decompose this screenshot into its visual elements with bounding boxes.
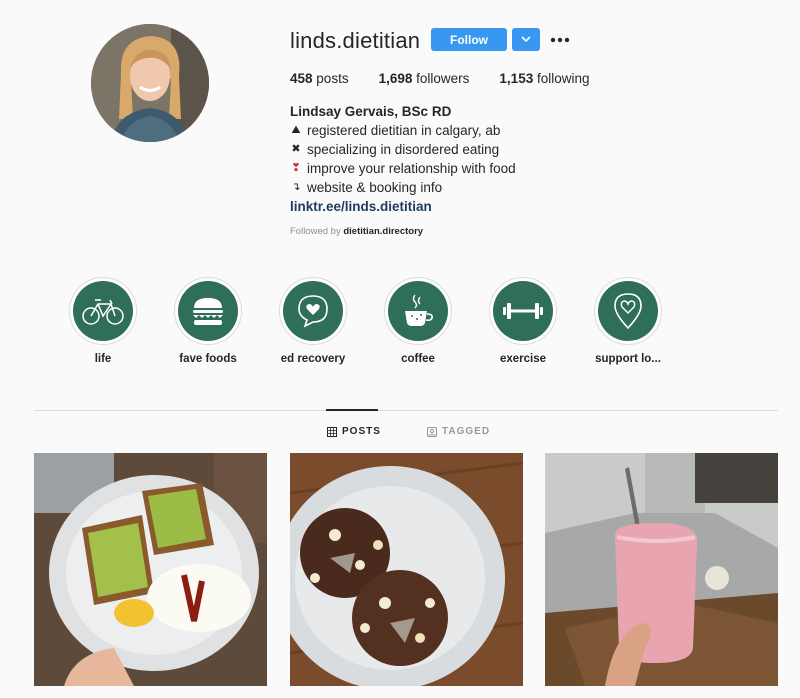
tabs-divider xyxy=(34,410,778,411)
more-options-button[interactable] xyxy=(549,30,571,50)
profile-bio: Lindsay Gervais, BSc RD ⛰ registered die… xyxy=(290,102,516,216)
suggestions-dropdown-button[interactable] xyxy=(512,28,540,51)
highlight-label: exercise xyxy=(499,353,547,365)
posts-label: posts xyxy=(316,71,349,86)
post-image xyxy=(34,453,267,686)
bio-line: ❣ improve your relationship with food xyxy=(290,159,516,178)
highlight-life[interactable]: life xyxy=(58,277,148,365)
chevron-down-icon xyxy=(521,36,531,43)
heart-chat-icon xyxy=(298,295,328,328)
cross-icon: ✖ xyxy=(291,143,301,155)
tag-icon xyxy=(427,426,437,437)
tab-posts[interactable]: POSTS xyxy=(327,426,381,437)
highlight-ed-recovery[interactable]: ed recovery xyxy=(268,277,358,365)
avatar-photo xyxy=(91,24,209,142)
posts-count: 458 xyxy=(290,71,313,86)
highlight-label: ed recovery xyxy=(280,353,346,365)
post-thumbnail-avocado-toast[interactable] xyxy=(34,453,267,686)
highlight-label: support lo... xyxy=(595,353,661,365)
bio-line: ⛰ registered dietitian in calgary, ab xyxy=(290,121,516,140)
highlight-fave-foods[interactable]: fave foods xyxy=(163,277,253,365)
bio-line-text: website & booking info xyxy=(307,180,443,195)
highlight-label: fave foods xyxy=(179,353,237,365)
bio-link[interactable]: linktr.ee/linds.dietitian xyxy=(290,197,516,216)
followers-label: followers xyxy=(416,71,470,86)
coffee-cup-icon xyxy=(405,294,433,326)
posts-stat: 458 posts xyxy=(290,71,349,86)
followed-by-prefix: Followed by xyxy=(290,226,341,237)
post-thumbnail-smoothie[interactable] xyxy=(545,453,778,686)
followed-by-user[interactable]: dietitian.directory xyxy=(343,226,423,237)
post-image xyxy=(545,453,778,686)
post-thumbnail-cookies[interactable] xyxy=(290,453,523,686)
followed-by: Followed by dietitian.directory xyxy=(290,226,423,237)
post-image xyxy=(290,453,523,686)
bio-line: ✖ specializing in disordered eating xyxy=(290,140,516,159)
tab-label: POSTS xyxy=(342,426,381,437)
mountain-icon: ⛰ xyxy=(291,124,301,136)
arrow-down-icon: ↴ xyxy=(291,181,301,193)
ellipsis-icon xyxy=(550,37,570,43)
burger-icon xyxy=(193,298,223,325)
highlight-coffee[interactable]: coffee xyxy=(373,277,463,365)
bio-line: ↴ website & booking info xyxy=(290,178,516,197)
follow-button[interactable]: Follow xyxy=(431,28,507,51)
bicycle-icon xyxy=(82,299,124,325)
following-count: 1,153 xyxy=(499,71,534,86)
highlight-label: life xyxy=(94,353,112,365)
bio-line-text: improve your relationship with food xyxy=(307,161,516,176)
grid-icon xyxy=(327,426,337,437)
bio-line-text: specializing in disordered eating xyxy=(307,142,500,157)
tab-label: TAGGED xyxy=(442,426,491,437)
highlight-exercise[interactable]: exercise xyxy=(478,277,568,365)
story-highlights: life fave foods ed recovery coffee exerc… xyxy=(69,277,710,372)
heart-exclamation-icon: ❣ xyxy=(291,162,301,174)
following-label: following xyxy=(536,71,590,86)
profile-avatar[interactable] xyxy=(91,24,209,142)
tab-tagged[interactable]: TAGGED xyxy=(427,426,490,437)
full-name: Lindsay Gervais, BSc RD xyxy=(290,104,452,119)
bio-line-text: registered dietitian in calgary, ab xyxy=(307,123,501,138)
following-stat[interactable]: 1,153 following xyxy=(499,71,589,86)
followers-count: 1,698 xyxy=(378,71,413,86)
profile-username: linds.dietitian xyxy=(290,28,421,53)
active-tab-indicator xyxy=(326,409,378,411)
highlight-label: coffee xyxy=(401,353,435,365)
profile-stats: 458 posts 1,698 followers 1,153 followin… xyxy=(290,71,620,86)
highlight-support-locations[interactable]: support lo... xyxy=(583,277,673,365)
dumbbell-icon xyxy=(503,303,543,319)
location-heart-icon xyxy=(614,293,642,330)
followers-stat[interactable]: 1,698 followers xyxy=(379,71,470,86)
